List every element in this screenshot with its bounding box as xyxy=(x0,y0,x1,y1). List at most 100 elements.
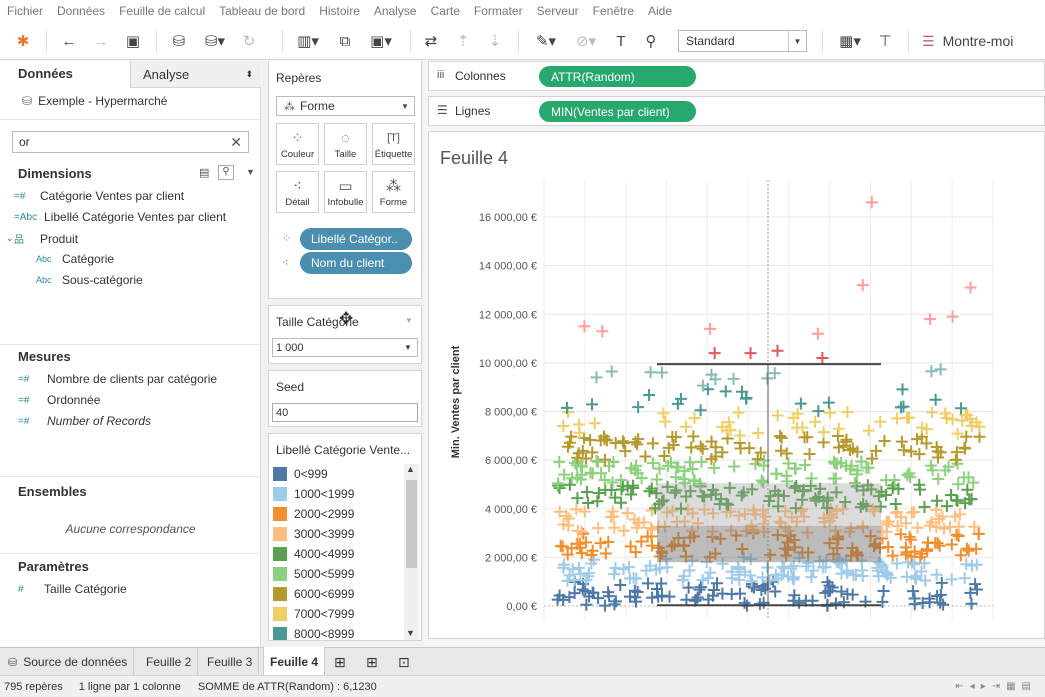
scatter-point[interactable] xyxy=(617,436,630,449)
scatter-point[interactable] xyxy=(728,460,741,473)
measure-item[interactable]: =# Number of Records xyxy=(18,414,151,428)
scatter-point[interactable] xyxy=(951,494,964,507)
tab-datasource[interactable]: ⛁ Source de données xyxy=(0,648,135,676)
new-story-icon[interactable]: ⊡ xyxy=(392,648,416,676)
show-cards-icon[interactable]: ▦▾ xyxy=(832,30,868,52)
scatter-point[interactable] xyxy=(588,417,601,430)
scatter-point[interactable] xyxy=(805,571,818,584)
dimension-item[interactable]: ⌄ 品 Produit xyxy=(6,231,78,247)
scatter-point[interactable] xyxy=(895,435,908,448)
group-icon[interactable]: ⊘▾ xyxy=(570,30,602,52)
menu-item[interactable]: Fenêtre xyxy=(593,4,634,18)
scatter-point[interactable] xyxy=(934,363,947,376)
scatter-point[interactable] xyxy=(591,495,604,508)
legend-item[interactable]: 8000<8999 xyxy=(273,627,354,640)
tab-analysis[interactable]: Analyse ⬍ xyxy=(130,61,261,88)
menu-item[interactable]: Feuille de calcul xyxy=(119,4,205,18)
datasource-item[interactable]: ⛁ Exemple - Hypermarché xyxy=(22,94,167,108)
scatter-point[interactable] xyxy=(897,444,910,457)
new-datasource-icon[interactable]: ⛁ xyxy=(168,30,190,52)
detail-pill[interactable]: Nom du client xyxy=(300,252,412,274)
scatter-point[interactable] xyxy=(632,433,645,446)
scatter-point[interactable] xyxy=(899,548,912,561)
legend-item[interactable]: 2000<2999 xyxy=(273,507,354,521)
scatter-point[interactable] xyxy=(769,585,782,598)
columns-pill[interactable]: ATTR(Random) xyxy=(539,66,696,87)
legend-item[interactable]: 1000<1999 xyxy=(273,487,354,501)
scatter-point[interactable] xyxy=(644,366,657,379)
scatter-point[interactable] xyxy=(695,455,708,468)
scatter-point[interactable] xyxy=(629,436,642,449)
scatter-point[interactable] xyxy=(680,420,693,433)
scroll-up-icon[interactable]: ▲ xyxy=(406,464,415,474)
scatter-point[interactable] xyxy=(643,485,656,498)
scatter-point[interactable] xyxy=(608,521,621,534)
scatter-point[interactable] xyxy=(592,487,605,500)
scatter-point[interactable] xyxy=(609,562,622,575)
legend-item[interactable]: 0<999 xyxy=(273,467,328,481)
scatter-point[interactable] xyxy=(686,462,699,475)
parameter-item[interactable]: # Taille Catégorie xyxy=(18,582,127,596)
scatter-point[interactable] xyxy=(557,419,570,432)
scatter-point[interactable] xyxy=(641,577,654,590)
columns-shelf[interactable]: iii Colonnes ATTR(Random) xyxy=(428,61,1045,91)
scatter-point[interactable] xyxy=(874,415,887,428)
scatter-point[interactable] xyxy=(890,412,903,425)
scatter-point[interactable] xyxy=(614,578,627,591)
sort-desc-icon[interactable]: ⇣ xyxy=(484,30,506,52)
pause-updates-icon[interactable]: ⛁▾ xyxy=(200,30,230,52)
menu-item[interactable]: Serveur xyxy=(537,4,579,18)
scatter-point[interactable] xyxy=(908,598,921,611)
scatter-point[interactable] xyxy=(823,406,836,419)
scatter-point[interactable] xyxy=(918,500,931,513)
scatter-point[interactable] xyxy=(605,365,618,378)
scatter-point[interactable] xyxy=(732,406,745,419)
scatter-point[interactable] xyxy=(695,581,708,594)
scatter-point[interactable] xyxy=(835,567,848,580)
scatter-point[interactable] xyxy=(592,521,605,534)
scatter-point[interactable] xyxy=(780,469,793,482)
scatter-point[interactable] xyxy=(889,498,902,511)
scatter-point[interactable] xyxy=(805,472,818,485)
find-icon[interactable]: ⚲ xyxy=(218,165,234,180)
menu-item[interactable]: Histoire xyxy=(319,4,360,18)
scatter-point[interactable] xyxy=(653,462,666,475)
undo-icon[interactable]: ← xyxy=(58,30,80,52)
scatter-point[interactable] xyxy=(584,434,597,447)
scatter-point[interactable] xyxy=(841,405,854,418)
scatter-point[interactable] xyxy=(952,478,965,491)
legend-item[interactable]: 7000<7999 xyxy=(273,607,354,621)
shape-button[interactable]: ⁂ Forme xyxy=(372,171,415,213)
scatter-point[interactable] xyxy=(878,435,891,448)
scatter-point[interactable] xyxy=(913,448,926,461)
scatter-point[interactable] xyxy=(812,405,825,418)
show-me-button[interactable]: ☰ Montre-moi xyxy=(922,30,1032,52)
scatter-point[interactable] xyxy=(903,530,916,543)
new-dashboard-icon[interactable]: ⊞ xyxy=(360,648,384,676)
outlier-point[interactable] xyxy=(924,313,937,326)
measure-item[interactable]: =# Ordonnée xyxy=(18,393,100,407)
outlier-point[interactable] xyxy=(856,279,869,292)
menu-item[interactable]: Formater xyxy=(474,4,523,18)
scatter-point[interactable] xyxy=(734,442,747,455)
scatter-point[interactable] xyxy=(646,504,659,517)
scatter-point[interactable] xyxy=(929,393,942,406)
size-button[interactable]: ◌ Taille xyxy=(324,123,367,165)
scatter-point[interactable] xyxy=(704,566,717,579)
scatter-point[interactable] xyxy=(944,520,957,533)
outlier-point[interactable] xyxy=(744,347,757,360)
scatter-point[interactable] xyxy=(856,570,869,583)
scatter-point[interactable] xyxy=(616,435,629,448)
scatter-point[interactable] xyxy=(570,503,583,516)
scatter-point[interactable] xyxy=(965,597,978,610)
scatter-point[interactable] xyxy=(594,537,607,550)
legend-item[interactable]: 5000<5999 xyxy=(273,567,354,581)
scatter-point[interactable] xyxy=(817,436,830,449)
save-icon[interactable]: ▣ xyxy=(122,30,144,52)
scatter-point[interactable] xyxy=(685,441,698,454)
scatter-point[interactable] xyxy=(708,461,721,474)
scroll-down-icon[interactable]: ▼ xyxy=(406,628,415,638)
scatter-point[interactable] xyxy=(733,429,746,442)
dimension-item[interactable]: =Abc Libellé Catégorie Ventes par client xyxy=(14,210,226,224)
scatter-point[interactable] xyxy=(557,561,570,574)
